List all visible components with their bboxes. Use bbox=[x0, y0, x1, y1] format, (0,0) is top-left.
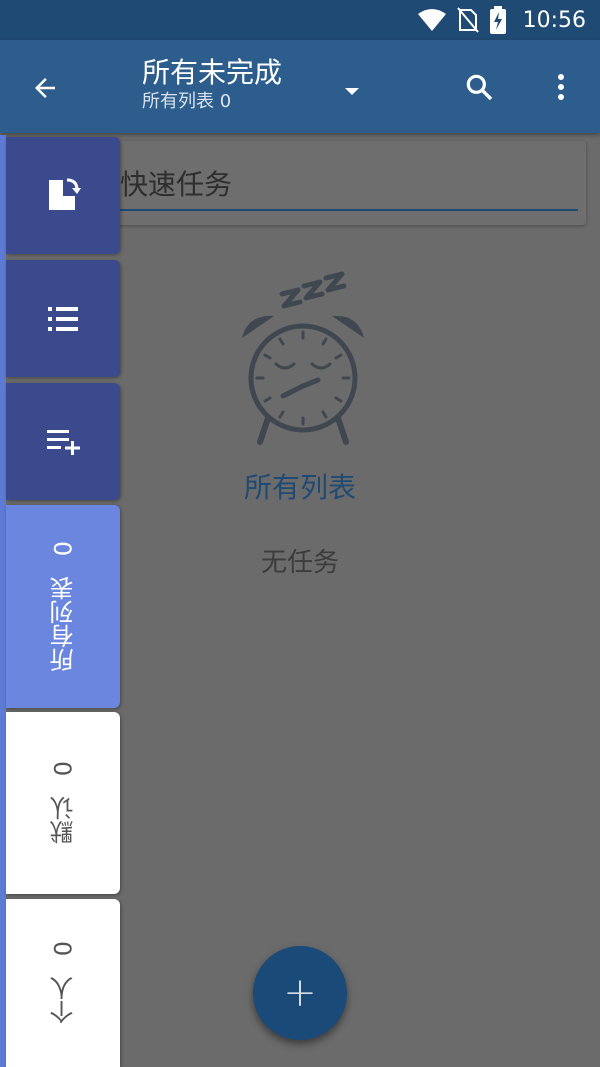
search-icon bbox=[466, 74, 493, 101]
dropdown-arrow-icon bbox=[345, 88, 359, 95]
battery-charging-icon bbox=[489, 6, 506, 34]
side-list-all[interactable]: 所有列表 0 bbox=[6, 505, 120, 708]
side-list-count: 0 bbox=[49, 761, 77, 777]
plus-icon: + bbox=[283, 970, 317, 1016]
add-list-button[interactable] bbox=[6, 383, 120, 500]
more-options-button[interactable] bbox=[540, 66, 582, 108]
side-list-name: 所有列表 bbox=[49, 576, 78, 673]
quick-task-card bbox=[100, 141, 586, 225]
page-subtitle: 所有列表 0 bbox=[142, 91, 232, 112]
list-icon bbox=[48, 306, 78, 331]
status-time: 10:56 bbox=[522, 7, 586, 33]
no-sim-icon bbox=[456, 7, 479, 33]
side-list-count: 0 bbox=[49, 540, 77, 557]
arrow-back-icon bbox=[35, 78, 55, 98]
side-list-default[interactable]: 默认 0 bbox=[6, 712, 120, 894]
status-icons: 10:56 bbox=[417, 0, 586, 40]
app-bar: 所有未完成 所有列表 0 bbox=[0, 40, 600, 133]
add-task-button[interactable]: + bbox=[253, 946, 347, 1040]
move-list-icon bbox=[49, 178, 81, 210]
side-list-personal[interactable]: 个人 0 bbox=[6, 899, 120, 1067]
playlist-add-icon bbox=[47, 429, 80, 455]
page-title: 所有未完成 bbox=[142, 56, 283, 89]
more-vert-icon bbox=[558, 74, 564, 100]
side-list-name: 个人 bbox=[49, 976, 78, 1025]
back-button[interactable] bbox=[24, 67, 66, 109]
side-list-count: 0 bbox=[49, 941, 77, 957]
quick-task-input[interactable] bbox=[120, 159, 578, 211]
status-bar: 10:56 bbox=[0, 0, 600, 40]
title-block[interactable]: 所有未完成 所有列表 0 bbox=[142, 56, 282, 114]
search-button[interactable] bbox=[458, 66, 500, 108]
filter-dropdown-button[interactable] bbox=[337, 76, 367, 106]
wifi-icon bbox=[417, 9, 446, 31]
sleeping-clock-icon bbox=[242, 271, 364, 445]
side-list-name: 默认 bbox=[49, 796, 78, 845]
list-view-button[interactable] bbox=[6, 260, 120, 377]
switch-list-button[interactable] bbox=[6, 137, 120, 254]
